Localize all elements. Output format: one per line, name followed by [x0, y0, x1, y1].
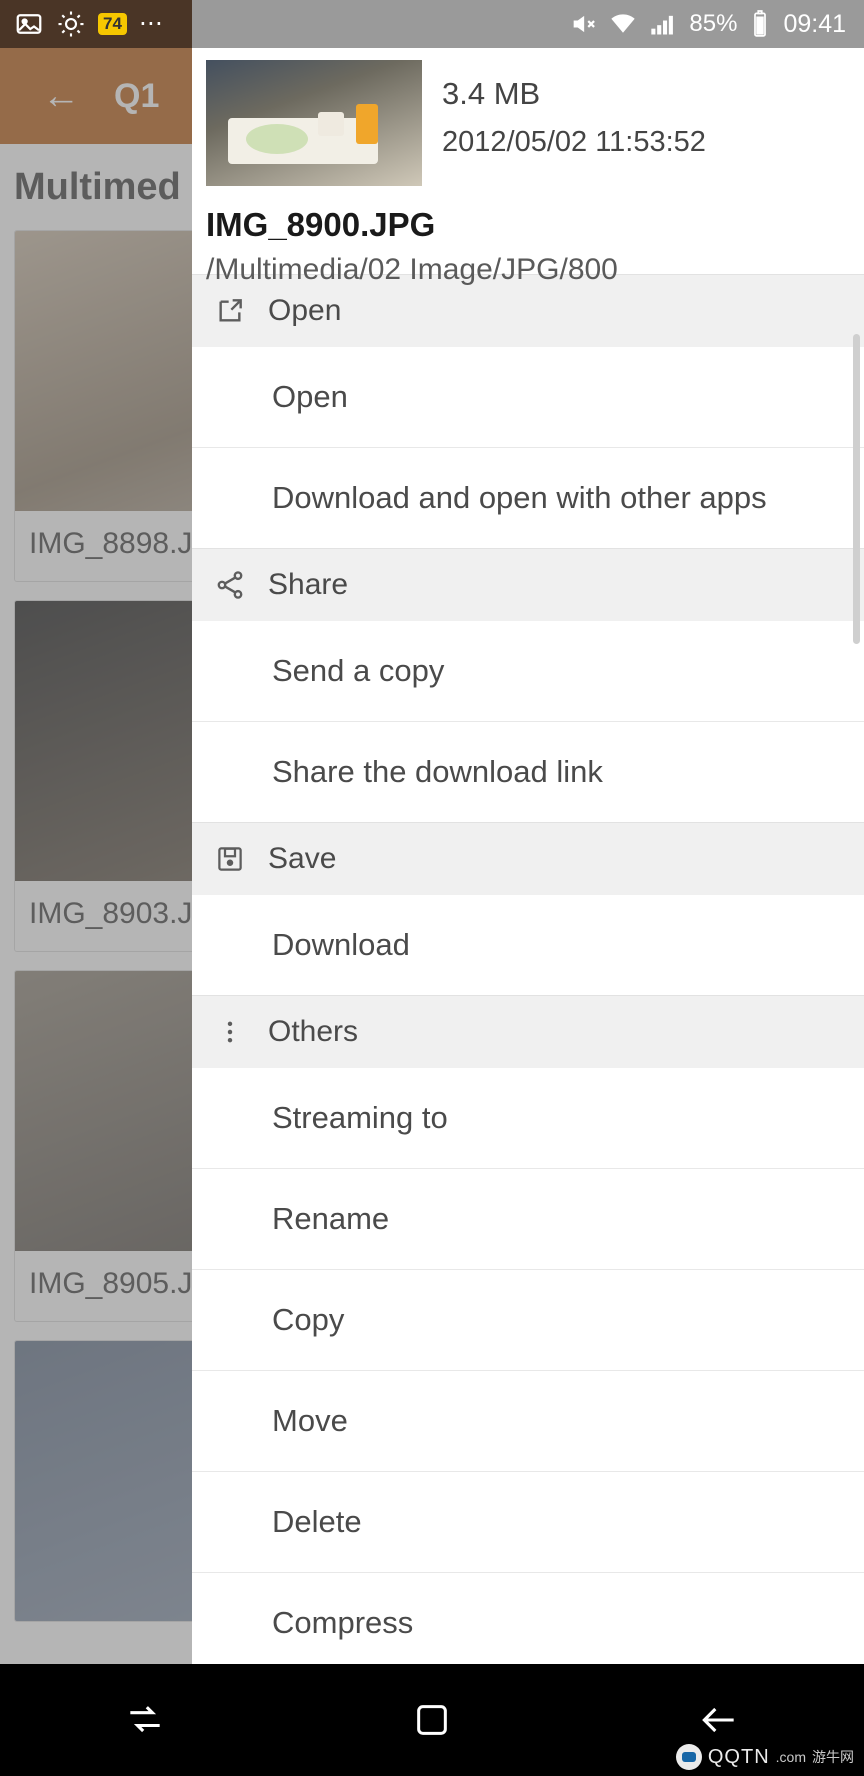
watermark-logo-icon — [675, 1744, 702, 1770]
menu-item-label: Move — [272, 1403, 348, 1438]
menu-section-label: Share — [268, 568, 349, 601]
menu-item-download-open-other-apps[interactable]: Download and open with other apps — [192, 447, 864, 548]
menu-item-send-a-copy[interactable]: Send a copy — [192, 621, 864, 721]
status-bar-left: 74 ⋯ — [0, 9, 165, 39]
watermark-suffix: .com — [775, 1749, 806, 1765]
menu-item-label: Copy — [272, 1302, 345, 1337]
more-vertical-icon — [192, 1018, 268, 1046]
menu-item-streaming-to[interactable]: Streaming to — [192, 1068, 864, 1168]
menu-item-label: Streaming to — [272, 1100, 448, 1135]
recents-icon[interactable] — [123, 1698, 167, 1742]
menu-item-label: Download and open with other apps — [272, 480, 767, 515]
scrollbar[interactable] — [853, 334, 860, 644]
watermark: QQTN .com 游牛网 — [675, 1744, 854, 1770]
menu-item-open[interactable]: Open — [192, 347, 864, 447]
menu-item-label: Share the download link — [272, 754, 603, 789]
menu-item-label: Compress — [272, 1605, 414, 1640]
menu-section-save: Save — [192, 822, 864, 895]
menu-item-share-download-link[interactable]: Share the download link — [192, 721, 864, 822]
context-menu-sheet: 3.4 MB 2012/05/02 11:53:52 IMG_8900.JPG … — [192, 48, 864, 1664]
file-size: 3.4 MB — [442, 76, 541, 111]
share-icon — [192, 569, 268, 601]
weather-icon — [56, 9, 86, 39]
photo-thumbnail — [206, 60, 422, 186]
signal-icon — [649, 10, 677, 38]
file-path: /Multimedia/02 Image/JPG/800 — [206, 253, 618, 286]
wifi-icon — [609, 10, 637, 38]
menu-item-delete[interactable]: Delete — [192, 1471, 864, 1572]
watermark-text: QQTN — [707, 1745, 770, 1768]
save-disk-icon — [192, 844, 268, 874]
menu-item-label: Rename — [272, 1201, 390, 1236]
status-bar-right: 85% 09:41 — [569, 9, 864, 39]
file-name: IMG_8900.JPG — [206, 206, 436, 243]
menu-section-share: Share — [192, 548, 864, 621]
screen: ← Q1 Multimed IMG_8898.J IMG_8903.J IMG_… — [0, 0, 864, 1776]
image-icon — [14, 9, 44, 39]
menu-item-label: Delete — [272, 1504, 362, 1539]
menu-item-label: Download — [272, 927, 410, 962]
menu-item-label: Send a copy — [272, 653, 445, 688]
more-dots: ⋯ — [138, 10, 165, 37]
menu-item-compress[interactable]: Compress — [192, 1572, 864, 1664]
battery-icon — [749, 9, 771, 39]
battery-saver-badge: 74 — [98, 13, 127, 35]
menu-item-download[interactable]: Download — [192, 895, 864, 995]
menu-section-others: Others — [192, 995, 864, 1068]
menu-section-label: Save — [268, 842, 337, 875]
clock: 09:41 — [783, 9, 846, 38]
thumbnail-detail — [318, 112, 344, 136]
menu-item-label: Open — [272, 379, 348, 414]
thumbnail-detail — [246, 124, 308, 154]
watermark-subtitle: 游牛网 — [812, 1749, 854, 1765]
battery-percent: 85% — [689, 10, 738, 37]
menu-section-label: Open — [268, 294, 342, 327]
open-external-icon — [192, 295, 268, 327]
menu-item-rename[interactable]: Rename — [192, 1168, 864, 1269]
status-bar: 74 ⋯ 85% 09:41 — [0, 0, 864, 48]
thumbnail-detail — [356, 104, 378, 144]
mute-icon — [569, 10, 597, 38]
menu-section-label: Others — [268, 1015, 359, 1048]
menu-item-move[interactable]: Move — [192, 1370, 864, 1471]
file-date: 2012/05/02 11:53:52 — [442, 126, 706, 158]
home-square-icon[interactable] — [412, 1700, 452, 1740]
back-arrow-icon[interactable] — [697, 1698, 741, 1742]
file-info-header: 3.4 MB 2012/05/02 11:53:52 IMG_8900.JPG … — [192, 48, 864, 286]
menu-item-copy[interactable]: Copy — [192, 1269, 864, 1370]
